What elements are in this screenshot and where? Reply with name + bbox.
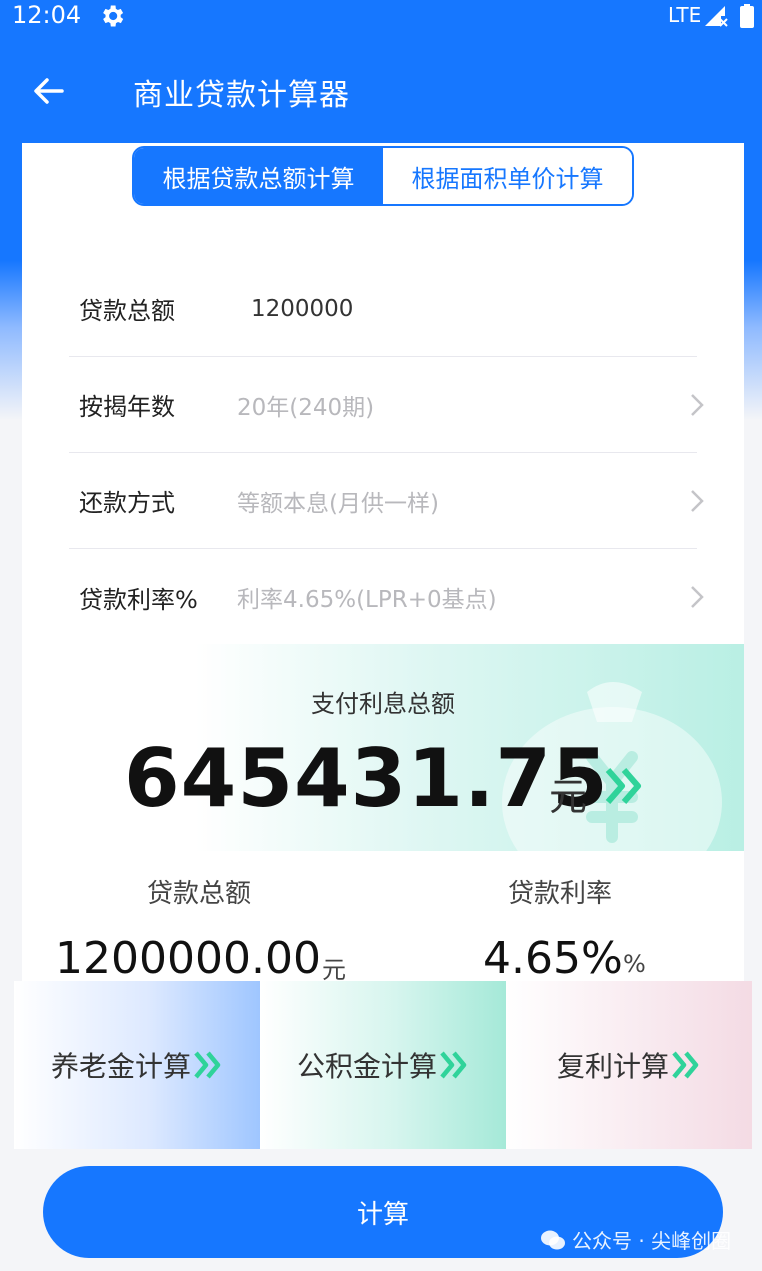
arrow-left-icon <box>34 78 64 104</box>
double-chevron-right-icon <box>672 1051 699 1079</box>
status-time: 12:04 <box>12 1 82 29</box>
network-type: LTE <box>668 3 702 27</box>
battery-icon <box>740 4 754 28</box>
double-chevron-right-icon[interactable] <box>604 764 644 808</box>
summary-loan-label: 贷款总额 <box>147 879 252 909</box>
watermark-text: 公众号 · 尖峰创圈 <box>572 1229 732 1253</box>
summary-loan-value: 1200000.00 <box>55 933 321 984</box>
watermark: 公众号 · 尖峰创圈 <box>540 1225 731 1254</box>
signal-icon <box>705 6 728 27</box>
settings-gear-icon <box>103 5 124 27</box>
tab-by-loan-amount[interactable]: 根据贷款总额计算 <box>134 148 383 204</box>
total-interest-amount: 645431.75 <box>124 732 609 825</box>
chevron-right-icon <box>669 584 705 610</box>
page-title: 商业贷款计算器 <box>133 78 350 113</box>
interest-rate-value: 利率4.65%(LPR+0基点) <box>237 587 497 613</box>
back-button[interactable] <box>28 70 70 112</box>
double-chevron-right-icon <box>194 1051 221 1079</box>
toolbar: 商业贷款计算器 <box>0 56 762 126</box>
summary-rate-value: 4.65% <box>483 933 623 984</box>
repayment-method-value: 等额本息(月供一样) <box>237 490 439 517</box>
loan-years-label: 按揭年数 <box>79 393 175 421</box>
summary-rate-unit: % <box>623 950 646 978</box>
pension-calc-label: 养老金计算 <box>50 1050 191 1083</box>
status-bar: 12:04 LTE <box>0 0 762 34</box>
summary-rate-label: 贷款利率 <box>508 879 613 909</box>
result-unit: 元 <box>549 775 588 819</box>
housing-fund-calc-link[interactable]: 公积金计算 <box>260 981 506 1149</box>
double-chevron-right-icon <box>440 1051 467 1079</box>
interest-rate-row[interactable]: 贷款利率% 利率4.65%(LPR+0基点) <box>69 549 704 645</box>
repayment-method-label: 还款方式 <box>79 489 175 517</box>
housing-fund-calc-label: 公积金计算 <box>296 1050 437 1083</box>
tab-by-area-price[interactable]: 根据面积单价计算 <box>383 148 632 204</box>
interest-rate-label: 贷款利率% <box>79 585 198 614</box>
compound-interest-calc-link[interactable]: 复利计算 <box>506 981 752 1149</box>
interest-result-banner: 支付利息总额 645431.75 元 <box>22 644 744 851</box>
loan-years-row[interactable]: 按揭年数 20年(240期) <box>69 357 704 453</box>
loan-amount-input[interactable]: 1200000 <box>237 296 697 322</box>
pension-calc-link[interactable]: 养老金计算 <box>14 981 260 1149</box>
mode-segmented-control: 根据贷款总额计算 根据面积单价计算 <box>132 146 634 206</box>
calculator-card: 根据贷款总额计算 根据面积单价计算 贷款总额 1200000 按揭年数 20年(… <box>22 143 744 984</box>
chevron-right-icon <box>669 392 705 418</box>
loan-amount-row[interactable]: 贷款总额 1200000 <box>69 261 697 357</box>
calculate-button-label: 计算 <box>356 1199 409 1230</box>
compound-interest-calc-label: 复利计算 <box>556 1050 669 1083</box>
loan-amount-label: 贷款总额 <box>79 297 175 325</box>
repayment-method-row[interactable]: 还款方式 等额本息(月供一样) <box>69 453 704 549</box>
loan-years-value: 20年(240期) <box>237 394 375 421</box>
result-label: 支付利息总额 <box>311 690 455 718</box>
chevron-right-icon <box>669 488 705 514</box>
wechat-icon <box>541 1230 565 1249</box>
summary-loan-unit: 元 <box>322 956 346 984</box>
